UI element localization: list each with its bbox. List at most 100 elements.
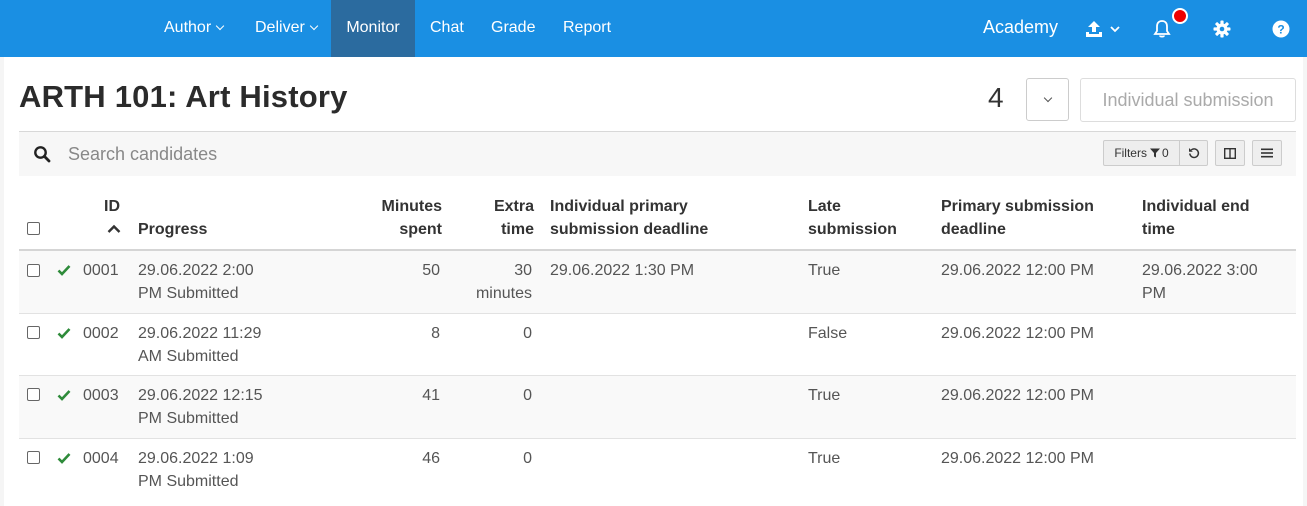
checkmark-icon — [57, 453, 71, 464]
cell-minutes: 41 — [422, 387, 440, 404]
sort-ascending-icon[interactable] — [107, 224, 121, 234]
actions-dropdown-button[interactable] — [1026, 78, 1069, 121]
column-header-primary-deadline[interactable]: Primary submission deadline — [941, 195, 1094, 241]
nav-deliver[interactable]: Deliver — [255, 0, 319, 57]
reset-filters-button[interactable] — [1179, 140, 1208, 166]
density-button[interactable] — [1252, 140, 1282, 166]
column-header-extra-line1: Extra — [493, 198, 534, 215]
column-header-minutes-line2: spent — [399, 221, 442, 238]
nav-chat-label: Chat — [430, 19, 464, 36]
filters-label: Filters — [1114, 146, 1147, 160]
cell-primary-deadline: 29.06.2022 12:00 PM — [941, 387, 1095, 404]
candidate-count: 4 — [988, 82, 1004, 113]
cell-extra-time: 0 — [523, 325, 532, 342]
filters-button[interactable]: Filters 0 — [1103, 140, 1180, 166]
nav-chat[interactable]: Chat — [430, 0, 464, 57]
column-header-individual-end-time[interactable]: Individual end time — [1142, 195, 1250, 241]
chevron-down-icon — [1110, 25, 1120, 32]
search-input[interactable] — [58, 139, 558, 169]
cell-progress: 29.06.2022 2:00 PM Submitted — [138, 259, 254, 305]
row-checkbox[interactable] — [27, 326, 40, 339]
chevron-down-icon — [215, 21, 225, 31]
svg-text:?: ? — [1277, 22, 1284, 36]
column-header-ind-end-line2: time — [1142, 221, 1175, 238]
org-switcher[interactable]: Academy — [983, 0, 1058, 57]
column-header-primary-deadline-line2: deadline — [941, 221, 1006, 238]
cell-progress-line2: AM Submitted — [138, 348, 239, 365]
filter-icon — [1149, 148, 1160, 158]
cell-primary-deadline: 29.06.2022 12:00 PM — [941, 450, 1095, 467]
column-header-id[interactable]: ID — [104, 195, 120, 218]
row-checkbox[interactable] — [27, 264, 40, 277]
checkmark-icon — [57, 265, 71, 276]
column-header-extra-time[interactable]: Extra time — [454, 195, 534, 241]
cell-progress-line1: 29.06.2022 12:15 — [138, 387, 263, 404]
gear-icon — [1213, 20, 1231, 37]
cell-minutes: 46 — [422, 450, 440, 467]
notifications-button[interactable] — [1152, 0, 1172, 57]
column-header-progress[interactable]: Progress — [138, 218, 207, 241]
cell-late-submission: False — [808, 325, 848, 342]
column-header-extra-line2: time — [501, 221, 534, 238]
nav-deliver-label: Deliver — [255, 19, 305, 36]
select-all-checkbox[interactable] — [27, 222, 40, 235]
cell-progress-line2: PM Submitted — [138, 473, 239, 490]
cell-primary-deadline: 29.06.2022 12:00 PM — [941, 262, 1095, 279]
chevron-down-icon — [1043, 93, 1052, 102]
checkmark-icon — [57, 328, 71, 339]
checkmark-icon — [57, 390, 71, 401]
help-button[interactable]: ? — [1272, 0, 1290, 57]
nav-monitor-label: Monitor — [346, 19, 400, 36]
cell-minutes: 50 — [422, 262, 440, 279]
columns-button[interactable] — [1215, 140, 1245, 166]
cell-individual-end-time: 29.06.2022 3:00 PM — [1142, 259, 1258, 305]
cell-ind-end-line2: PM — [1142, 285, 1166, 302]
row-checkbox[interactable] — [27, 451, 40, 464]
column-header-minutes[interactable]: Minutes spent — [342, 195, 442, 241]
cell-id: 0003 — [83, 387, 119, 404]
cell-individual-deadline: 29.06.2022 1:30 PM — [550, 262, 695, 279]
row-checkbox[interactable] — [27, 388, 40, 401]
cell-primary-deadline: 29.06.2022 12:00 PM — [941, 325, 1095, 342]
nav-grade[interactable]: Grade — [491, 0, 535, 57]
cell-extra-time: 0 — [523, 450, 532, 467]
column-header-ind-deadline-line2: submission deadline — [550, 221, 709, 238]
cell-extra-time: 30 minutes — [452, 259, 532, 305]
nav-author[interactable]: Author — [164, 0, 225, 57]
individual-submission-button[interactable]: Individual submission — [1080, 78, 1296, 122]
column-header-individual-deadline[interactable]: Individual primary submission deadline — [550, 195, 708, 241]
notification-badge — [1172, 8, 1188, 24]
cell-progress-line1: 29.06.2022 2:00 — [138, 262, 254, 279]
cell-progress: 29.06.2022 1:09 PM Submitted — [138, 447, 254, 493]
column-header-ind-deadline-line1: Individual primary — [550, 198, 688, 215]
cell-late-submission: True — [808, 450, 841, 467]
undo-icon — [1188, 148, 1199, 159]
cell-ind-end-line1: 29.06.2022 3:00 — [1142, 262, 1258, 279]
column-header-ind-end-line1: Individual end — [1142, 198, 1250, 215]
filters-count: 0 — [1161, 146, 1169, 160]
column-header-late-line2: submission — [808, 221, 897, 238]
cell-extra-line2: minutes — [475, 285, 532, 302]
cell-progress-line2: PM Submitted — [138, 410, 239, 427]
cell-progress-line1: 29.06.2022 11:29 — [138, 325, 262, 342]
cell-late-submission: True — [808, 262, 841, 279]
help-icon: ? — [1272, 20, 1290, 37]
search-icon — [34, 146, 51, 163]
page-title: ARTH 101: Art History — [19, 79, 348, 114]
cell-extra-time: 0 — [523, 387, 532, 404]
nav-report[interactable]: Report — [563, 0, 611, 57]
cell-extra-line1: 30 — [514, 262, 532, 279]
bell-icon — [1153, 19, 1171, 38]
cell-id: 0002 — [83, 325, 119, 342]
settings-button[interactable] — [1212, 0, 1232, 57]
cell-id: 0004 — [83, 450, 119, 467]
upload-menu[interactable] — [1084, 0, 1122, 57]
cell-progress: 29.06.2022 11:29 AM Submitted — [138, 322, 261, 368]
chevron-down-icon — [309, 21, 319, 31]
column-header-minutes-line1: Minutes — [381, 198, 442, 215]
columns-icon — [1224, 147, 1236, 159]
column-header-late-submission[interactable]: Late submission — [808, 195, 897, 241]
nav-monitor[interactable]: Monitor — [331, 0, 415, 57]
upload-icon — [1086, 20, 1102, 37]
cell-progress: 29.06.2022 12:15 PM Submitted — [138, 384, 263, 430]
